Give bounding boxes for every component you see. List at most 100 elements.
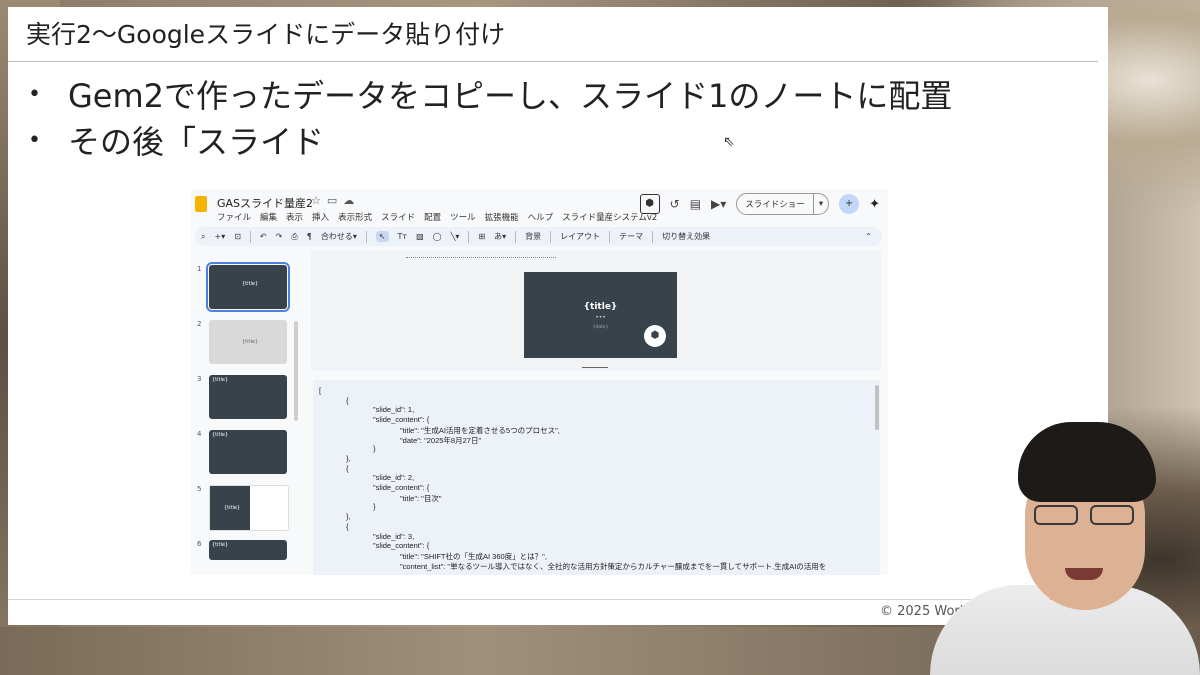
google-slides-screenshot: GASスライド量産2 ☆▭☁ ファイル 編集 表示 挿入 表示形式 スライド 配… xyxy=(191,189,888,575)
toolbar-divider xyxy=(550,230,552,243)
speaker-notes[interactable]: [{"slide_id": 1, "slide_content": {"title… xyxy=(313,380,880,575)
bullet-dot-icon: • xyxy=(28,127,41,153)
gs-header: GASスライド量産2 ☆▭☁ ファイル 編集 表示 挿入 表示形式 スライド 配… xyxy=(191,189,888,227)
thumbnail-label: {title} xyxy=(212,377,229,383)
gemini-sparkle-icon[interactable]: ✦ xyxy=(869,197,880,212)
slide-thumbnail[interactable]: {title} xyxy=(209,375,287,419)
thumbnail-number: 3 xyxy=(197,375,202,383)
notes-resize-handle[interactable] xyxy=(582,367,608,368)
folder-icon[interactable]: ▭ xyxy=(327,194,343,207)
undo-icon[interactable]: ↶ xyxy=(260,232,267,241)
menu-edit[interactable]: 編集 xyxy=(260,211,277,223)
zoom-fit-select[interactable]: 合わせる▾ xyxy=(321,231,357,242)
bullet-item: • Gem2で作ったデータをコピーし、スライド1のノートに配置 xyxy=(28,71,952,117)
panel-scrollbar[interactable] xyxy=(294,321,298,421)
slide-thumbnail[interactable]: {title} xyxy=(209,320,287,364)
toolbar-divider xyxy=(365,230,367,243)
new-slide-icon[interactable]: +▾ xyxy=(214,232,225,241)
insert-box-icon[interactable]: ⊡ xyxy=(234,232,241,241)
menu-tools[interactable]: ツール xyxy=(450,211,476,223)
history-icon[interactable]: ↺ xyxy=(670,197,680,211)
slide-thumbnail[interactable]: {title} xyxy=(209,485,289,531)
share-person-icon[interactable]: + xyxy=(839,194,860,214)
zoom-fit-label[interactable]: 合わせる xyxy=(321,232,353,241)
paint-format-icon[interactable]: ¶ xyxy=(307,232,312,241)
star-icon[interactable]: ☆ xyxy=(311,194,327,207)
notes-line: "slide_id": 1, xyxy=(373,405,415,415)
notes-line: "slide_content": { xyxy=(373,483,430,492)
notes-line: "content_list": "単なるツール導入ではなく、全社的な活用方針策定… xyxy=(400,561,827,571)
thumbnail-label: {title} xyxy=(212,542,229,548)
select-cursor-icon[interactable]: ↖ xyxy=(375,231,389,242)
redo-icon[interactable]: ↷ xyxy=(276,232,283,241)
menu-format[interactable]: 表示形式 xyxy=(338,211,372,223)
comment-icon[interactable]: ▤ xyxy=(690,197,701,211)
webcam-presenter xyxy=(930,400,1200,675)
extension-hexagon-icon[interactable]: ⬢ xyxy=(639,194,660,214)
background-button[interactable]: 背景 xyxy=(525,231,541,242)
menu-slide[interactable]: スライド xyxy=(381,211,415,223)
text-box-icon[interactable]: Tт xyxy=(398,232,408,241)
notes-scrollbar[interactable] xyxy=(875,385,879,430)
bullet-dot-icon: • xyxy=(28,81,41,107)
slide-thumbnail-panel: 1 {title} 2 {title} 3 {title} 4 {title} … xyxy=(191,251,298,575)
slide-title: 実行2～Googleスライドにデータ貼り付け xyxy=(26,20,506,49)
slideshow-label[interactable]: スライドショー xyxy=(737,198,813,210)
glasses-icon xyxy=(1030,505,1140,525)
chevron-down-icon[interactable]: ▾ xyxy=(812,194,828,214)
print-icon[interactable]: ⎙ xyxy=(291,232,297,242)
presenter-mouth xyxy=(1065,568,1103,580)
image-icon[interactable]: ▧ xyxy=(416,232,424,241)
bullet-item: • その後「スライド xyxy=(28,117,952,163)
menu-file[interactable]: ファイル xyxy=(217,211,251,223)
gs-toolbar: ⌕ +▾ ⊡ ↶ ↷ ⎙ ¶ 合わせる▾ ↖ Tт ▧ ◯ ╲▾ ⊞ あ▾ 背景… xyxy=(195,227,882,246)
add-comment-icon[interactable]: ⊞ xyxy=(478,232,485,241)
bullet-text: Gem2で作ったデータをコピーし、スライド1のノートに配置 xyxy=(68,77,953,115)
gs-document-title[interactable]: GASスライド量産2 xyxy=(217,195,313,211)
transition-button[interactable]: 切り替え効果 xyxy=(662,231,710,242)
menu-insert[interactable]: 挿入 xyxy=(312,211,329,223)
layout-button[interactable]: レイアウト xyxy=(560,231,600,242)
theme-button[interactable]: テーマ xyxy=(619,231,643,242)
menu-view[interactable]: 表示 xyxy=(286,211,303,223)
notes-line: }, xyxy=(346,453,351,463)
title-divider xyxy=(8,61,1098,62)
notes-line: "slide_content": { xyxy=(373,541,430,551)
gs-header-actions: ⬢ ↺ ▤ ▶▾ スライドショー ▾ + ✦ xyxy=(639,193,880,215)
slide-thumbnail[interactable]: {title} xyxy=(209,430,287,474)
notes-line: { xyxy=(346,521,349,531)
input-tools-icon[interactable]: あ▾ xyxy=(494,231,506,242)
toolbar-divider xyxy=(609,230,611,243)
notes-line: { xyxy=(346,395,349,405)
thumbnail-label: {title} xyxy=(212,432,229,438)
slideshow-button[interactable]: スライドショー ▾ xyxy=(736,193,830,215)
main-slide-preview[interactable]: {title} ••• {date} ⬢ xyxy=(524,272,677,358)
thumbnail-number: 6 xyxy=(197,540,202,548)
thumbnail-number: 1 xyxy=(197,265,202,273)
thumbnail-number: 4 xyxy=(197,430,202,438)
collapse-toolbar-icon[interactable]: ⌃ xyxy=(865,232,872,241)
cloud-icon[interactable]: ☁ xyxy=(343,194,360,207)
thumbnail-number: 2 xyxy=(197,320,202,328)
notes-line: "slide_id": 2, xyxy=(373,473,415,483)
slides-logo-icon[interactable] xyxy=(195,196,207,212)
menu-help[interactable]: ヘルプ xyxy=(528,211,554,223)
notes-line: "slide_id": 3, xyxy=(373,531,415,541)
menu-extensions[interactable]: 拡張機能 xyxy=(485,211,519,223)
notes-line: "title": "目次" xyxy=(400,493,442,503)
toolbar-divider xyxy=(515,230,517,243)
gs-title-icons: ☆▭☁ xyxy=(311,194,360,207)
slide-thumbnail[interactable]: {title} xyxy=(206,262,290,312)
hexagon-logo-icon: ⬢ xyxy=(644,325,666,347)
shape-icon[interactable]: ◯ xyxy=(433,232,442,241)
slide-thumbnail[interactable]: {title} xyxy=(209,540,287,560)
notes-line: "date": "2025年8月27日" xyxy=(400,435,482,445)
menu-arrange[interactable]: 配置 xyxy=(424,211,441,223)
thumbnail-number: 5 xyxy=(197,485,202,493)
search-icon[interactable]: ⌕ xyxy=(201,232,205,242)
canvas-ruler xyxy=(406,257,556,262)
video-call-icon[interactable]: ▶▾ xyxy=(711,197,726,211)
notes-line: }, xyxy=(346,512,351,522)
line-icon[interactable]: ╲▾ xyxy=(451,232,460,241)
notes-line: } xyxy=(373,444,376,454)
